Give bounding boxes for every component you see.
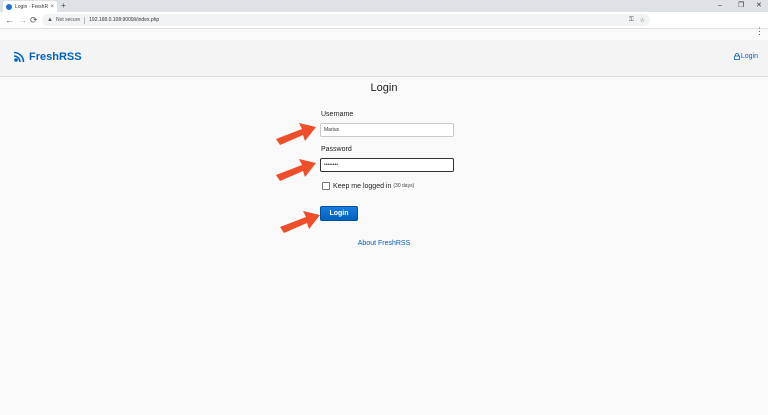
browser-menu-icon[interactable]: ⋮ <box>755 26 764 36</box>
keep-logged-in-checkbox[interactable] <box>322 182 330 190</box>
password-label: Password <box>321 146 352 153</box>
back-icon[interactable]: ← <box>5 14 14 26</box>
site-header: FreshRSS Login <box>0 40 768 77</box>
browser-toolbar: ← → ⟳ ▲ Not secure 192.168.0.108:9009/i/… <box>0 12 768 36</box>
browser-tab[interactable]: Login · FreshR × <box>3 1 57 12</box>
page-title: Login <box>370 82 398 94</box>
address-separator <box>84 16 86 24</box>
arrow-annotation-icon <box>280 211 320 233</box>
lock-icon <box>733 53 740 60</box>
address-bar[interactable]: ▲ Not secure 192.168.0.108:9009/i/index.… <box>42 14 650 26</box>
window-close-icon[interactable]: ✕ <box>756 1 762 10</box>
arrow-annotation-icon <box>276 123 316 145</box>
forward-icon[interactable]: → <box>18 14 27 26</box>
username-input[interactable] <box>320 123 454 137</box>
keep-logged-in-option[interactable]: Keep me logged in (30 days) <box>322 182 414 190</box>
tab-close-icon[interactable]: × <box>50 4 54 10</box>
keep-logged-in-hint: (30 days) <box>393 183 415 189</box>
username-label: Username <box>321 111 354 118</box>
star-icon[interactable]: ☆ <box>640 17 645 24</box>
tab-strip: Login · FreshR × + – ❐ ✕ <box>0 0 768 12</box>
freshrss-favicon-icon <box>6 3 12 10</box>
header-login-label: Login <box>740 53 758 60</box>
reload-icon[interactable]: ⟳ <box>30 14 38 26</box>
logo-text: FreshRSS <box>29 51 82 63</box>
tab-title: Login · FreshR <box>15 3 49 10</box>
keep-logged-in-label: Keep me logged in <box>333 182 392 190</box>
security-label[interactable]: Not secure <box>56 17 80 23</box>
arrow-annotation-icon <box>276 159 316 181</box>
restore-icon[interactable]: ❐ <box>738 1 744 10</box>
warning-icon[interactable]: ▲ <box>47 17 53 23</box>
url-text[interactable]: 192.168.0.108:9009/i/index.php <box>89 17 623 23</box>
login-button[interactable]: Login <box>320 206 358 221</box>
freshrss-logo[interactable]: FreshRSS <box>12 50 82 64</box>
header-login-link[interactable]: Login <box>733 53 758 60</box>
key-icon[interactable]: ⚿ <box>629 17 634 24</box>
password-input[interactable] <box>320 158 454 172</box>
minimize-icon[interactable]: – <box>718 1 722 10</box>
rss-logo-icon <box>13 51 25 63</box>
new-tab-icon[interactable]: + <box>61 1 66 11</box>
about-freshrss-link[interactable]: About FreshRSS <box>0 240 768 247</box>
